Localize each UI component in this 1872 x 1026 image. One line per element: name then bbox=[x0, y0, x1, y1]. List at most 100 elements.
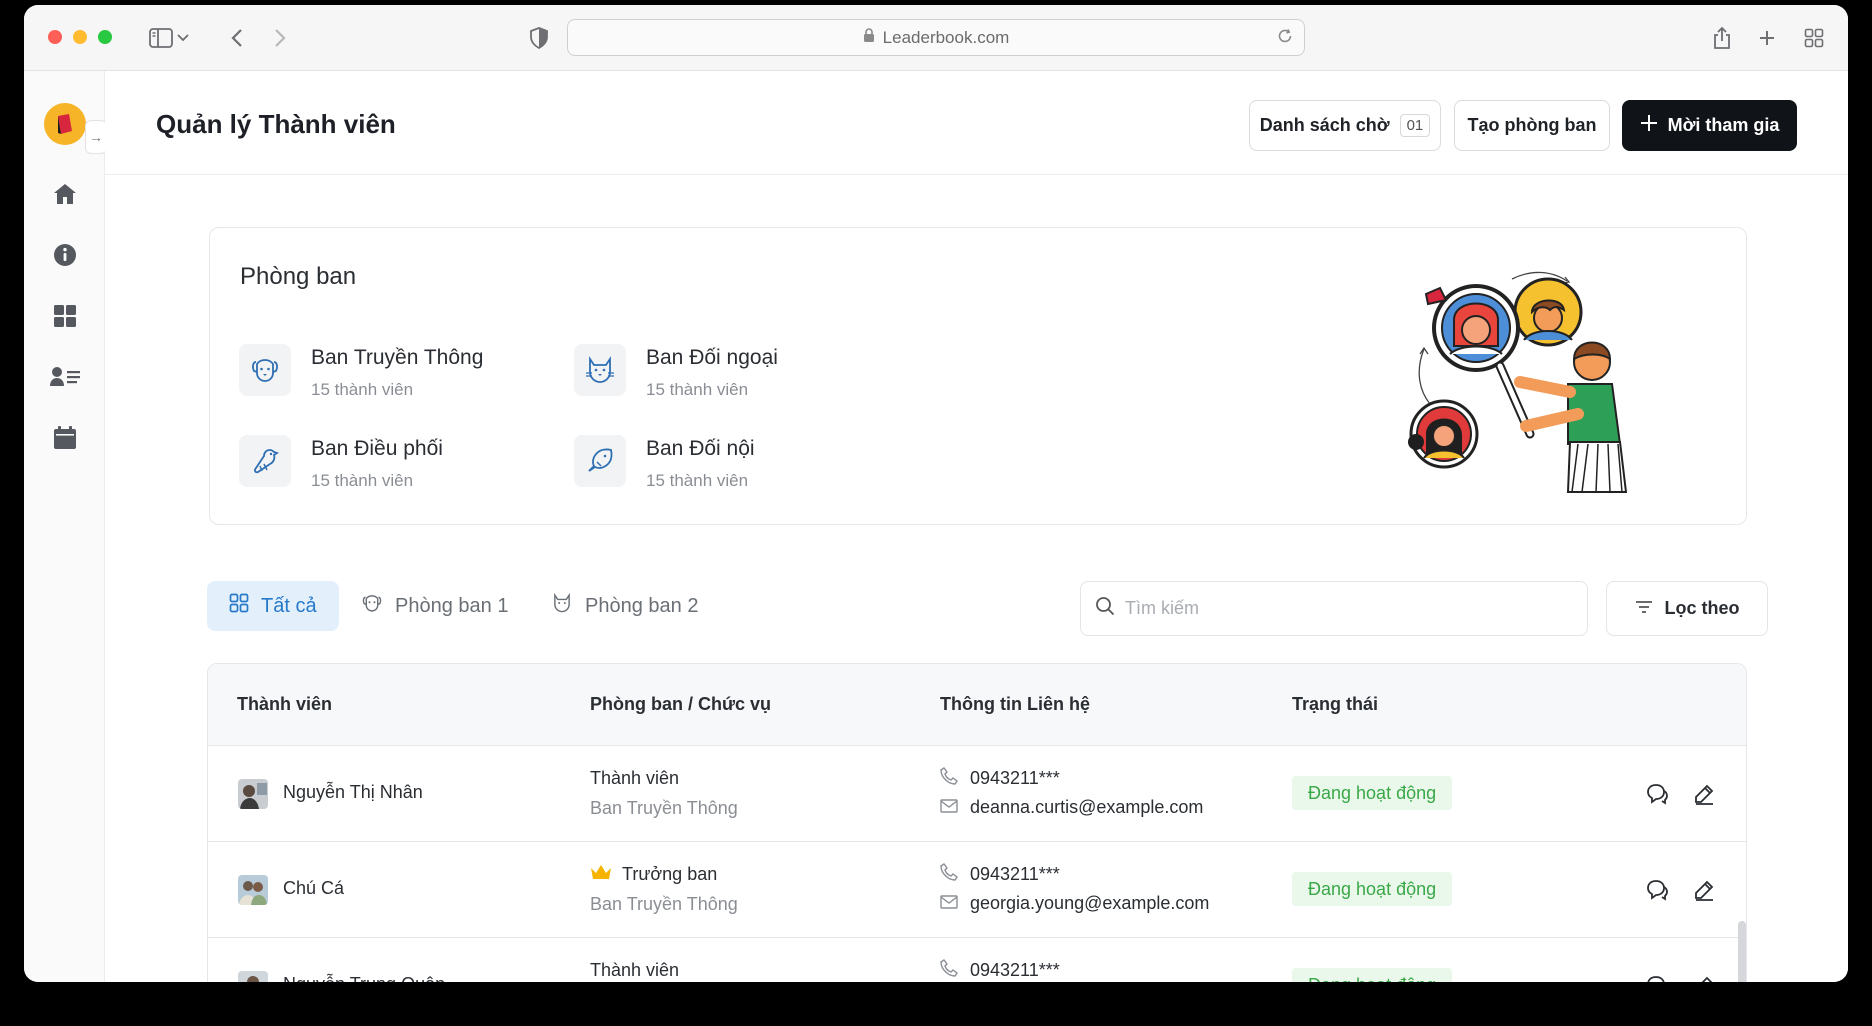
chevron-down-icon[interactable] bbox=[174, 23, 192, 53]
avatar bbox=[238, 779, 268, 809]
minimize-window-button[interactable] bbox=[73, 30, 87, 44]
sidebar bbox=[24, 71, 105, 982]
member-email: deanna.curtis@example.com bbox=[940, 797, 1203, 818]
expand-sidebar-icon[interactable]: → bbox=[85, 120, 107, 154]
filter-label: Lọc theo bbox=[1664, 598, 1740, 618]
plus-icon bbox=[1640, 114, 1658, 137]
member-phone: 0943211*** bbox=[940, 863, 1060, 886]
dashboard-icon[interactable] bbox=[51, 302, 79, 330]
calendar-icon[interactable] bbox=[51, 424, 79, 452]
department-count: 15 thành viên bbox=[311, 380, 414, 399]
tab-department-2[interactable]: Phòng ban 2 bbox=[529, 581, 720, 631]
browser-window: Leaderbook.com → Quản lý Thành viên Danh… bbox=[24, 5, 1848, 982]
phone-text: 0943211*** bbox=[970, 768, 1060, 788]
phone-icon bbox=[940, 863, 958, 886]
close-window-button[interactable] bbox=[48, 30, 62, 44]
waitlist-button[interactable]: Danh sách chờ 01 bbox=[1249, 100, 1441, 151]
search-input[interactable] bbox=[1125, 598, 1565, 619]
crown-icon bbox=[590, 864, 612, 885]
column-header-status: Trạng thái bbox=[1292, 694, 1379, 714]
table-scrollbar[interactable] bbox=[1738, 921, 1746, 982]
department-item[interactable]: Ban Truyền Thông 15 thành viên bbox=[239, 344, 539, 404]
tab-department-1[interactable]: Phòng ban 1 bbox=[339, 581, 530, 631]
table-header: Thành viên Phòng ban / Chức vụ Thông tin… bbox=[208, 664, 1746, 746]
members-list-icon[interactable] bbox=[49, 363, 81, 391]
tab-overview-icon[interactable] bbox=[1799, 23, 1829, 53]
waitlist-count-badge: 01 bbox=[1399, 114, 1431, 137]
chat-icon[interactable] bbox=[1643, 876, 1671, 904]
table-row[interactable]: Nguyễn Trung Quân Thành viên 0943211*** … bbox=[208, 938, 1746, 982]
edit-icon[interactable] bbox=[1690, 780, 1718, 808]
column-header-department-role: Phòng ban / Chức vụ bbox=[590, 694, 772, 714]
invite-button[interactable]: Mời tham gia bbox=[1622, 100, 1797, 151]
forward-icon[interactable] bbox=[265, 23, 295, 53]
edit-icon[interactable] bbox=[1690, 876, 1718, 904]
department-name: Ban Điều phối bbox=[311, 437, 443, 460]
tab-all[interactable]: Tất cả bbox=[207, 581, 339, 631]
department-count: 15 thành viên bbox=[646, 380, 749, 399]
member-role: Thành viên bbox=[590, 960, 679, 981]
role-text: Thành viên bbox=[590, 960, 680, 980]
department-item[interactable]: Ban Điều phối 15 thành viên bbox=[239, 435, 539, 495]
page-title: Quản lý Thành viên bbox=[156, 109, 396, 139]
share-icon[interactable] bbox=[1707, 23, 1737, 53]
back-icon[interactable] bbox=[222, 23, 252, 53]
new-tab-icon[interactable] bbox=[1752, 23, 1782, 53]
role-text: Thành viên bbox=[590, 768, 680, 788]
tab-label: Phòng ban 2 bbox=[585, 594, 699, 617]
cat-icon bbox=[551, 592, 573, 619]
browser-toolbar: Leaderbook.com bbox=[24, 5, 1848, 71]
edit-icon[interactable] bbox=[1690, 972, 1718, 982]
member-role: Trưởng ban bbox=[590, 864, 717, 885]
status-badge: Đang hoạt động bbox=[1292, 776, 1453, 810]
phone-icon bbox=[940, 767, 958, 790]
info-icon[interactable] bbox=[51, 241, 79, 269]
invite-label: Mời tham gia bbox=[1667, 115, 1780, 135]
tab-label: Phòng ban 1 bbox=[395, 594, 509, 617]
member-name: Nguyễn Trung Quân bbox=[283, 974, 445, 982]
create-department-button[interactable]: Tạo phòng ban bbox=[1454, 100, 1610, 151]
members-table: Thành viên Phòng ban / Chức vụ Thông tin… bbox=[207, 663, 1747, 982]
bird-icon bbox=[239, 435, 291, 487]
phone-text: 0943211*** bbox=[970, 960, 1060, 980]
phone-icon bbox=[940, 959, 958, 982]
member-role: Thành viên bbox=[590, 768, 679, 789]
chat-icon[interactable] bbox=[1643, 972, 1671, 982]
table-row[interactable]: Nguyễn Thị Nhân Thành viên Ban Truyền Th… bbox=[208, 746, 1746, 842]
reload-icon[interactable] bbox=[1276, 27, 1294, 50]
departments-card: Phòng ban Ban Truyền Thông 15 thành viên… bbox=[209, 227, 1747, 525]
departments-title: Phòng ban bbox=[240, 263, 357, 290]
grid-icon bbox=[229, 593, 249, 619]
waitlist-label: Danh sách chờ bbox=[1259, 115, 1390, 135]
member-department: Ban Truyền Thông bbox=[590, 798, 738, 818]
department-name: Ban Truyền Thông bbox=[311, 346, 484, 369]
main-content: Phòng ban Ban Truyền Thông 15 thành viên… bbox=[105, 176, 1848, 982]
member-phone: 0943211*** bbox=[940, 959, 1060, 982]
mail-icon bbox=[940, 893, 958, 914]
search-box[interactable] bbox=[1080, 581, 1588, 636]
app-logo[interactable] bbox=[44, 103, 86, 145]
table-row[interactable]: Chú Cá Trưởng ban Ban Truyền Thông 09432… bbox=[208, 842, 1746, 938]
address-bar[interactable]: Leaderbook.com bbox=[567, 19, 1305, 56]
department-item[interactable]: Ban Đối ngoại 15 thành viên bbox=[574, 344, 874, 404]
status-badge: Đang hoạt động bbox=[1292, 872, 1453, 906]
team-search-illustration bbox=[1408, 271, 1628, 493]
home-icon[interactable] bbox=[51, 180, 79, 208]
member-name: Chú Cá bbox=[283, 878, 345, 898]
tab-label: Tất cả bbox=[261, 594, 317, 617]
email-text: deanna.curtis@example.com bbox=[970, 797, 1204, 817]
dog-icon bbox=[361, 593, 383, 619]
role-text: Trưởng ban bbox=[622, 864, 718, 884]
member-email: georgia.young@example.com bbox=[940, 893, 1209, 914]
cat-icon bbox=[574, 344, 626, 396]
member-department: Ban Truyền Thông bbox=[590, 894, 738, 914]
sidebar-toggle-icon[interactable] bbox=[146, 23, 176, 53]
zoom-window-button[interactable] bbox=[98, 30, 112, 44]
department-name: Ban Đối nội bbox=[646, 437, 755, 460]
privacy-shield-icon[interactable] bbox=[524, 23, 554, 53]
lock-icon bbox=[863, 27, 875, 48]
email-text: georgia.young@example.com bbox=[970, 893, 1210, 913]
department-item[interactable]: Ban Đối nội 15 thành viên bbox=[574, 435, 874, 495]
filter-button[interactable]: Lọc theo bbox=[1606, 581, 1768, 636]
chat-icon[interactable] bbox=[1643, 780, 1671, 808]
